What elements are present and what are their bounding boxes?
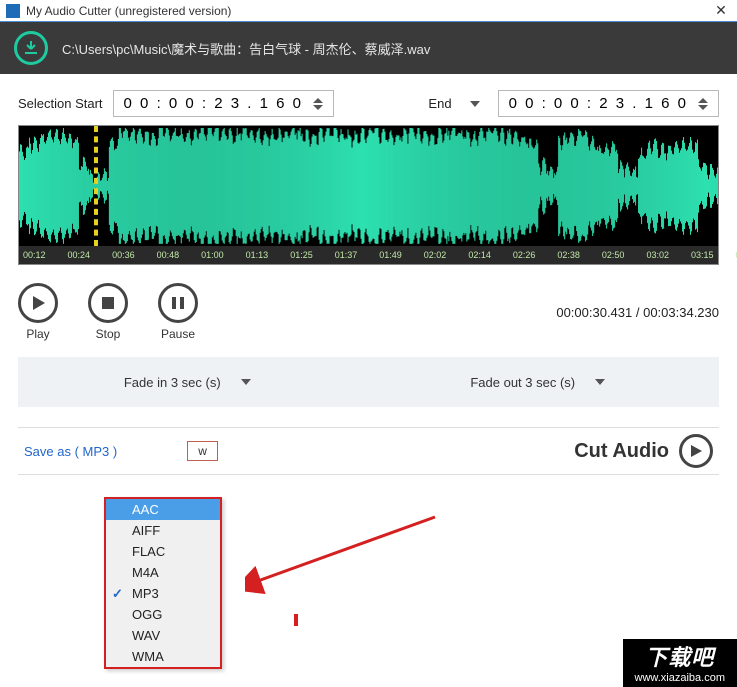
time-position: 00:00:30.431 / 00:03:34.230 xyxy=(556,305,719,320)
waveform[interactable] xyxy=(19,126,718,246)
chevron-down-icon xyxy=(595,379,605,385)
file-path-text: C:\Users\pc\Music\魔术与歌曲：告白气球 - 周杰伦、蔡威泽.w… xyxy=(62,39,430,58)
cut-audio-button[interactable]: Cut Audio xyxy=(574,434,713,468)
format-option-ogg[interactable]: OGG xyxy=(106,604,220,625)
play-label: Play xyxy=(26,327,49,341)
ruler-tick: 03:15 xyxy=(691,250,714,260)
start-spinner-down[interactable] xyxy=(313,105,323,110)
end-spinner-down[interactable] xyxy=(698,105,708,110)
ruler-tick: 03:02 xyxy=(646,250,669,260)
format-option-mp3[interactable]: MP3 xyxy=(106,583,220,604)
ruler-tick: 02:50 xyxy=(602,250,625,260)
fade-in-label: Fade in 3 sec (s) xyxy=(124,375,221,390)
time-ruler: 00:12 00:24 00:36 00:48 01:00 01:13 01:25 01:37… xyxy=(19,246,718,264)
start-spinner-up[interactable] xyxy=(313,98,323,103)
transport-controls: Play Stop Pause 00:00:30.431 / 00:03:34.… xyxy=(0,265,737,347)
selection-end-input[interactable]: 0 0 : 0 0 : 2 3 . 1 6 0 xyxy=(498,90,719,117)
play-icon xyxy=(30,295,46,311)
pause-icon xyxy=(171,296,185,310)
fade-bar: Fade in 3 sec (s) Fade out 3 sec (s) xyxy=(18,357,719,407)
save-as-format-button[interactable]: Save as ( MP3 ) xyxy=(24,444,117,459)
file-path-bar: C:\Users\pc\Music\魔术与歌曲：告白气球 - 周杰伦、蔡威泽.w… xyxy=(0,22,737,74)
close-icon[interactable]: ✕ xyxy=(711,2,731,19)
chevron-down-icon xyxy=(241,379,251,385)
end-mode-dropdown[interactable] xyxy=(470,101,480,107)
ruler-tick: 00:24 xyxy=(68,250,91,260)
annotation-arrow xyxy=(245,512,445,602)
end-spinner-up[interactable] xyxy=(698,98,708,103)
fade-out-label: Fade out 3 sec (s) xyxy=(470,375,575,390)
cut-audio-icon xyxy=(679,434,713,468)
download-icon xyxy=(23,40,39,56)
selection-start-input[interactable]: 0 0 : 0 0 : 2 3 . 1 6 0 xyxy=(113,90,334,117)
waveform-svg xyxy=(19,126,718,246)
ruler-tick: 02:26 xyxy=(513,250,536,260)
ruler-tick: 02:02 xyxy=(424,250,447,260)
watermark: 下载吧 www.xiazaiba.com xyxy=(623,639,737,687)
selection-end-value: 0 0 : 0 0 : 2 3 . 1 6 0 xyxy=(509,95,688,112)
stop-label: Stop xyxy=(96,327,121,341)
ruler-tick: 02:38 xyxy=(557,250,580,260)
titlebar: My Audio Cutter (unregistered version) ✕ xyxy=(0,0,737,22)
format-option-wma[interactable]: WMA xyxy=(106,646,220,667)
selection-row: Selection Start 0 0 : 0 0 : 2 3 . 1 6 0 … xyxy=(0,74,737,125)
cut-audio-label: Cut Audio xyxy=(574,440,669,463)
stop-button[interactable]: Stop xyxy=(88,283,128,341)
app-icon xyxy=(6,4,20,18)
format-dropdown-menu: AACAIFFFLACM4AMP3OGGWAVWMA xyxy=(104,497,222,669)
format-option-aac[interactable]: AAC xyxy=(106,499,220,520)
pause-button[interactable]: Pause xyxy=(158,283,198,341)
format-option-flac[interactable]: FLAC xyxy=(106,541,220,562)
selection-end-marker[interactable] xyxy=(96,126,98,246)
open-file-button[interactable] xyxy=(14,31,48,65)
stop-icon xyxy=(101,296,115,310)
ruler-tick: 00:12 xyxy=(23,250,46,260)
preview-button[interactable]: w xyxy=(187,441,218,461)
ruler-tick: 01:25 xyxy=(290,250,313,260)
selection-end-label: End xyxy=(428,96,451,111)
format-option-m4a[interactable]: M4A xyxy=(106,562,220,583)
ruler-tick: 01:00 xyxy=(201,250,224,260)
cut-row: Save as ( MP3 ) w Cut Audio xyxy=(18,427,719,475)
pause-label: Pause xyxy=(161,327,195,341)
watermark-url: www.xiazaiba.com xyxy=(635,672,725,685)
ruler-tick: 00:48 xyxy=(157,250,180,260)
fade-out-dropdown[interactable]: Fade out 3 sec (s) xyxy=(470,375,613,390)
play-button[interactable]: Play xyxy=(18,283,58,341)
ruler-tick: 01:37 xyxy=(335,250,358,260)
ruler-tick: 00:36 xyxy=(112,250,135,260)
format-option-wav[interactable]: WAV xyxy=(106,625,220,646)
ruler-tick: 02:14 xyxy=(468,250,491,260)
selection-start-value: 0 0 : 0 0 : 2 3 . 1 6 0 xyxy=(124,95,303,112)
watermark-logo: 下载吧 xyxy=(635,645,725,671)
waveform-container: 00:12 00:24 00:36 00:48 01:00 01:13 01:25 01:37… xyxy=(18,125,719,265)
ruler-tick: 01:49 xyxy=(379,250,402,260)
annotation-mark xyxy=(294,614,298,626)
fade-in-dropdown[interactable]: Fade in 3 sec (s) xyxy=(124,375,259,390)
selection-start-label: Selection Start xyxy=(18,96,103,111)
ruler-tick: 01:13 xyxy=(246,250,269,260)
format-option-aiff[interactable]: AIFF xyxy=(106,520,220,541)
window-title: My Audio Cutter (unregistered version) xyxy=(26,4,711,18)
